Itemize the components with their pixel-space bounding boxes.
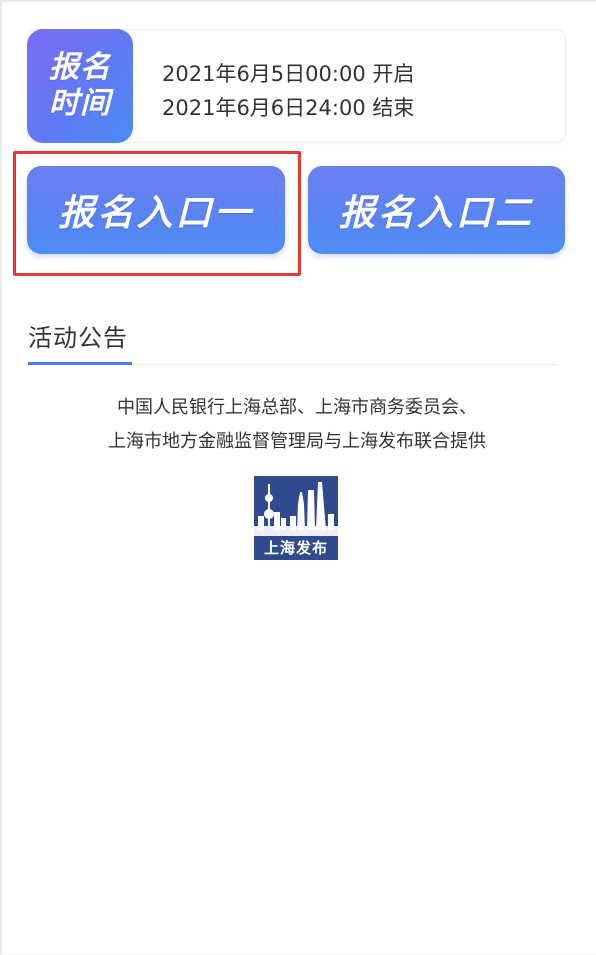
section-title-underline	[28, 362, 132, 365]
announcement-line-1: 中国人民银行上海总部、上海市商务委员会、	[117, 397, 477, 418]
registration-end: 2021年6月6日24:00 结束	[162, 96, 415, 120]
registration-time-text: 2021年6月5日00:00 开启 2021年6月6日24:00 结束	[162, 57, 414, 125]
entry-2-label: 报名入口二	[338, 193, 534, 234]
badge-line-1: 报名	[49, 50, 111, 85]
announcement-title: 活动公告	[28, 324, 128, 352]
announcement-line-2: 上海市地方金融监督管理局与上海发布联合提供	[108, 431, 486, 452]
registration-start: 2021年6月5日00:00 开启	[162, 62, 415, 86]
logo-text: 上海发布	[263, 539, 328, 557]
entry-1-label: 报名入口一	[58, 193, 254, 234]
entry-2-button[interactable]: 报名入口二	[308, 166, 565, 254]
entry-1-button[interactable]: 报名入口一	[27, 166, 285, 254]
badge-line-2: 时间	[49, 86, 111, 121]
announcement-text: 中国人民银行上海总部、上海市商务委员会、 上海市地方金融监督管理局与上海发布联合…	[0, 391, 594, 459]
registration-time-badge: 报名 时间	[27, 29, 133, 143]
shanghai-fabu-logo: 上海发布	[254, 476, 338, 560]
